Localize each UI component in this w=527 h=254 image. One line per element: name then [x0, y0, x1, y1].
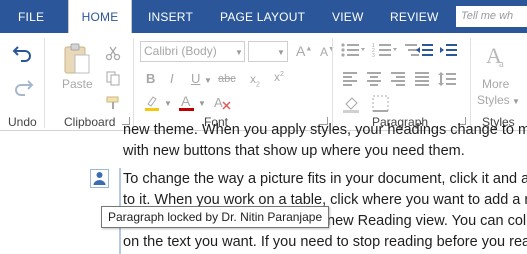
paste-button-label[interactable]: Paste: [62, 77, 93, 91]
chevron-down-icon: ▼: [235, 48, 243, 57]
document-line: on the text you want. If you need to sto…: [123, 234, 527, 250]
undo-group-label: Undo: [8, 115, 37, 129]
copy-icon[interactable]: [105, 70, 121, 86]
tab-page-layout[interactable]: PAGE LAYOUT: [220, 0, 305, 33]
underline-icon[interactable]: U: [191, 71, 200, 86]
superscript-icon[interactable]: x2: [274, 70, 284, 84]
group-divider: [133, 38, 134, 128]
align-right-icon[interactable]: [390, 71, 406, 87]
document-line: To change the way a picture fits in your…: [123, 171, 527, 187]
justify-icon[interactable]: [414, 71, 430, 87]
shading-icon[interactable]: [342, 95, 364, 113]
group-divider: [470, 38, 471, 128]
svg-text:A: A: [181, 93, 191, 109]
person-lock-icon: [93, 172, 106, 185]
decrease-indent-icon[interactable]: [416, 42, 434, 58]
ribbon-home: Undo Paste Clipboard Calibri (Body) ▼ ▼ …: [0, 33, 527, 131]
svg-text:3: 3: [372, 53, 375, 58]
grow-font-icon[interactable]: A▲: [296, 43, 312, 59]
tab-insert[interactable]: INSERT: [148, 0, 193, 33]
tab-view[interactable]: VIEW: [332, 0, 363, 33]
group-divider: [332, 38, 333, 128]
text-highlight-icon[interactable]: [143, 94, 163, 112]
more-styles-label-line2[interactable]: Styles: [477, 93, 510, 107]
align-center-icon[interactable]: [366, 71, 382, 87]
subscript-icon[interactable]: x2: [250, 72, 260, 88]
svg-text:a: a: [499, 58, 504, 70]
ribbon-tab-bar: FILE HOME INSERT PAGE LAYOUT VIEW REVIEW…: [0, 0, 527, 33]
document-line: new theme. When you apply styles, your h…: [123, 122, 527, 138]
bullets-icon[interactable]: [340, 42, 366, 58]
clear-formatting-icon[interactable]: A: [212, 94, 232, 112]
paragraph-locked-tooltip: Paragraph locked by Dr. Nitin Paranjape: [101, 206, 330, 228]
increase-indent-icon[interactable]: [440, 42, 458, 58]
font-name-dropdown[interactable]: Calibri (Body): [140, 41, 245, 62]
more-styles-label-line1[interactable]: More: [482, 77, 509, 91]
paragraph-lock-icon[interactable]: [90, 169, 109, 188]
italic-icon[interactable]: I: [170, 71, 174, 86]
tell-me-search-box[interactable]: Tell me wh: [456, 6, 527, 27]
chevron-down-icon: ▼: [512, 97, 520, 106]
chevron-down-icon: ▼: [204, 76, 212, 85]
document-line: with new buttons that show up where you …: [123, 143, 465, 159]
tab-file[interactable]: FILE: [18, 0, 44, 33]
line-spacing-icon[interactable]: [438, 71, 460, 87]
format-painter-icon[interactable]: [105, 95, 121, 111]
undo-icon[interactable]: [12, 43, 34, 63]
bold-icon[interactable]: B: [146, 71, 155, 86]
document-line: new Reading view. You can coll: [327, 213, 527, 229]
clipboard-group-label: Clipboard: [64, 115, 116, 129]
tab-home[interactable]: HOME: [68, 0, 132, 33]
cut-icon[interactable]: [105, 45, 121, 61]
paste-icon[interactable]: [62, 41, 92, 77]
chevron-down-icon: ▼: [277, 48, 285, 57]
borders-icon[interactable]: [372, 95, 394, 113]
chevron-down-icon: ▼: [164, 99, 172, 108]
chevron-down-icon: ▼: [198, 99, 206, 108]
align-left-icon[interactable]: [342, 71, 358, 87]
font-color-icon[interactable]: A: [178, 93, 196, 113]
numbering-icon[interactable]: 1 2 3: [372, 42, 398, 58]
group-divider: [44, 38, 45, 128]
tab-review[interactable]: REVIEW: [390, 0, 439, 33]
styles-gallery-icon[interactable]: A a: [484, 41, 512, 71]
strikethrough-icon[interactable]: abc: [218, 73, 236, 85]
redo-icon[interactable]: [12, 77, 34, 97]
document-body[interactable]: new theme. When you apply styles, your h…: [0, 122, 527, 254]
svg-text:A: A: [214, 95, 223, 110]
